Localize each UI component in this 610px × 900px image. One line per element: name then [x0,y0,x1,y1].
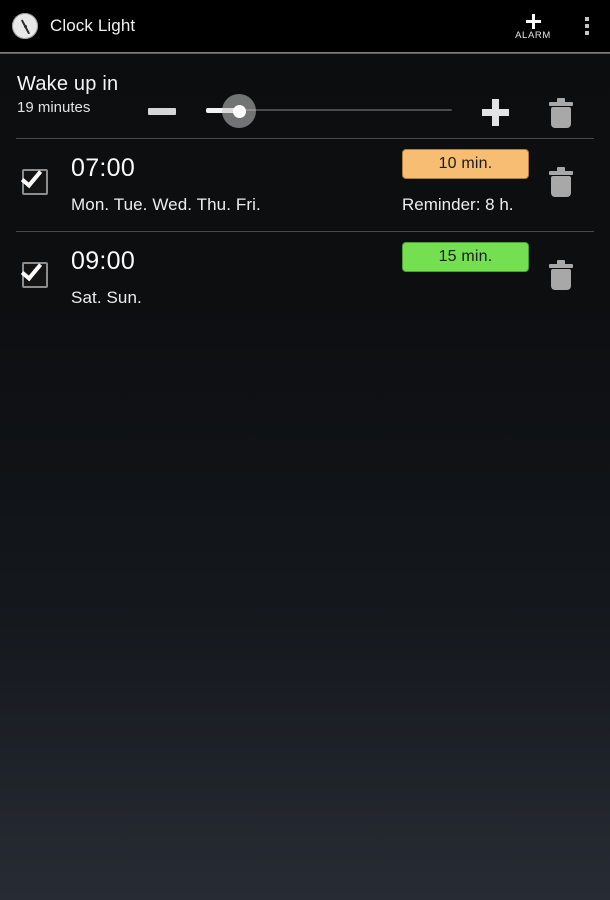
overflow-menu-icon[interactable] [564,0,610,52]
app-title: Clock Light [50,16,136,35]
overflow-dot [585,17,589,21]
increase-timer-button[interactable] [478,95,512,129]
alarm-time: 07:00 [71,154,136,182]
overflow-dot [585,31,589,35]
plus-icon [481,98,509,126]
alarm-row[interactable]: 09:00 Sat. Sun. 15 min. [0,232,610,326]
trash-lid [549,102,573,106]
wake-up-slider[interactable] [206,94,452,128]
alarm-row[interactable]: 07:00 Mon. Tue. Wed. Thu. Fri. 10 min. R… [0,139,610,233]
add-alarm-label: ALARM [515,29,551,41]
minus-icon [148,107,176,115]
app-root: Clock Light ALARM Wake up in 19 minutes [0,0,610,900]
trash-body [551,269,571,290]
decrease-timer-button[interactable] [146,101,178,121]
trash-lid [549,264,573,268]
overflow-dot [585,24,589,28]
wake-up-title: Wake up in [17,73,119,95]
trash-lid [549,171,573,175]
header-divider [0,52,610,54]
alarm-snooze-badge[interactable]: 15 min. [402,242,529,272]
app-header: Clock Light ALARM [0,0,610,52]
header-branding: Clock Light [0,13,502,39]
wake-up-value: 19 minutes [17,99,91,116]
alarm-days: Mon. Tue. Wed. Thu. Fri. [71,195,261,214]
add-alarm-button[interactable]: ALARM [502,0,564,52]
checkbox-checked-icon[interactable] [20,258,48,288]
plus-icon [525,13,541,29]
slider-thumb[interactable] [222,94,256,128]
trash-body [551,107,571,128]
clock-icon [12,13,38,39]
alarm-snooze-badge[interactable]: 10 min. [402,149,529,179]
clock-center-pin [23,24,27,28]
alarm-days: Sat. Sun. [71,288,142,307]
alarm-reminder: Reminder: 8 h. [402,195,514,214]
wake-up-section: Wake up in 19 minutes [0,60,610,139]
slider-thumb-dot [232,104,246,118]
checkbox-checked-icon[interactable] [20,165,48,195]
trash-body [551,176,571,197]
wake-up-labels: Wake up in 19 minutes [17,72,118,118]
alarm-time: 09:00 [71,247,136,275]
header-actions: ALARM [502,0,610,52]
